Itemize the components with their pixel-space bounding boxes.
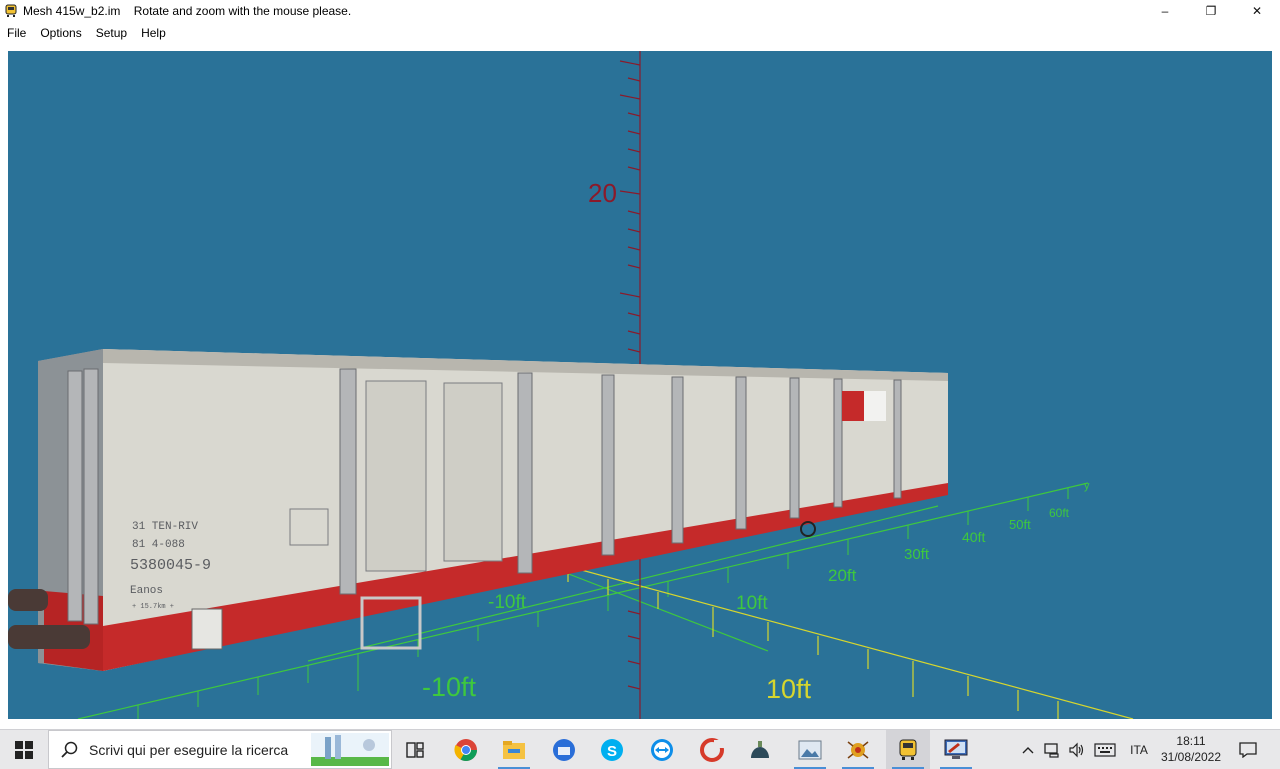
grid-label-neg10-far: -10ft [422,672,477,702]
wagon-small-marking: + 15.7km + [132,603,174,611]
grid-label-neg10-near: -10ft [488,592,527,613]
clock-time: 18:11 [1176,734,1206,748]
axis-y-label: y [1084,480,1090,492]
wagon-type: Eanos [130,585,163,597]
grid-label-30: 30ft [904,546,930,563]
menu-setup[interactable]: Setup [89,23,134,43]
search-icon [61,741,78,758]
menu-bar: File Options Setup Help [0,23,1280,43]
photo-viewer-icon[interactable] [788,730,832,769]
menu-help[interactable]: Help [134,23,173,43]
taskbar: Scrivi qui per eseguire la ricerca S ITA… [0,729,1280,769]
title-bar: Mesh 415w_b2.im Rotate and zoom with the… [0,0,1280,22]
wagon-marking-line2: 81 4-088 [132,539,185,551]
z-axis-label: 20 [588,178,617,208]
scene-canvas[interactable]: 20 31 TEN-RIV 81 4-088 5380045-9 Eanos +… [8,51,1272,719]
teamviewer-icon[interactable] [640,730,684,769]
cargo-logo [842,391,864,421]
train-app-icon [5,4,17,17]
file-explorer-icon[interactable] [492,730,536,769]
remote-desktop-icon[interactable] [934,730,978,769]
windows-logo-icon [15,740,33,759]
language-indicator[interactable]: ITA [1124,730,1154,769]
grid-label-10: 10ft [736,593,768,614]
show-hidden-icons-chevron-icon[interactable] [1018,730,1038,769]
taskbar-clock[interactable]: 18:11 31/08/2022 [1160,733,1222,765]
minimize-button[interactable]: – [1142,0,1188,22]
wagon-number: 5380045-9 [130,557,211,574]
menu-options[interactable]: Options [33,23,88,43]
network-icon[interactable] [1042,730,1064,769]
window-title-filename: Mesh 415w_b2.im [23,4,121,18]
keyboard-icon[interactable] [1092,730,1118,769]
chrome-icon[interactable] [444,730,488,769]
grid-label-40: 40ft [962,529,985,545]
skype-icon[interactable]: S [590,730,634,769]
freight-wagon-model[interactable]: 31 TEN-RIV 81 4-088 5380045-9 Eanos + 15… [8,349,948,671]
3d-viewport[interactable]: 20 31 TEN-RIV 81 4-088 5380045-9 Eanos +… [8,51,1272,719]
window-title: Mesh 415w_b2.im Rotate and zoom with the… [23,4,351,18]
start-button[interactable] [0,730,48,769]
notifications-icon[interactable] [1234,730,1262,769]
grid-label-60: 60ft [1049,506,1070,520]
app-dome-icon[interactable] [738,730,782,769]
svg-text:S: S [607,743,617,760]
grid-label-50: 50ft [1009,517,1031,532]
volume-icon[interactable] [1066,730,1088,769]
menu-file[interactable]: File [0,23,33,43]
train-app-icon[interactable] [886,730,930,769]
window-title-hint: Rotate and zoom with the mouse please. [133,4,352,18]
task-view-icon[interactable] [394,730,438,769]
ccleaner-icon[interactable] [690,730,734,769]
search-highlight-image [311,733,389,766]
yellow-grid-label-10: 10ft [766,674,812,704]
search-placeholder: Scrivi qui per eseguire la ricerca [89,742,289,758]
thunderbird-icon[interactable] [542,730,586,769]
wagon-marking-line1: 31 TEN-RIV [132,521,198,533]
window-controls: – ❐ ✕ [1142,0,1280,22]
clock-date: 31/08/2022 [1160,750,1222,764]
search-box[interactable]: Scrivi qui per eseguire la ricerca [48,730,392,769]
spider-app-icon[interactable] [836,730,880,769]
grid-label-20: 20ft [828,566,857,585]
close-button[interactable]: ✕ [1234,0,1280,22]
restore-button[interactable]: ❐ [1188,0,1234,22]
